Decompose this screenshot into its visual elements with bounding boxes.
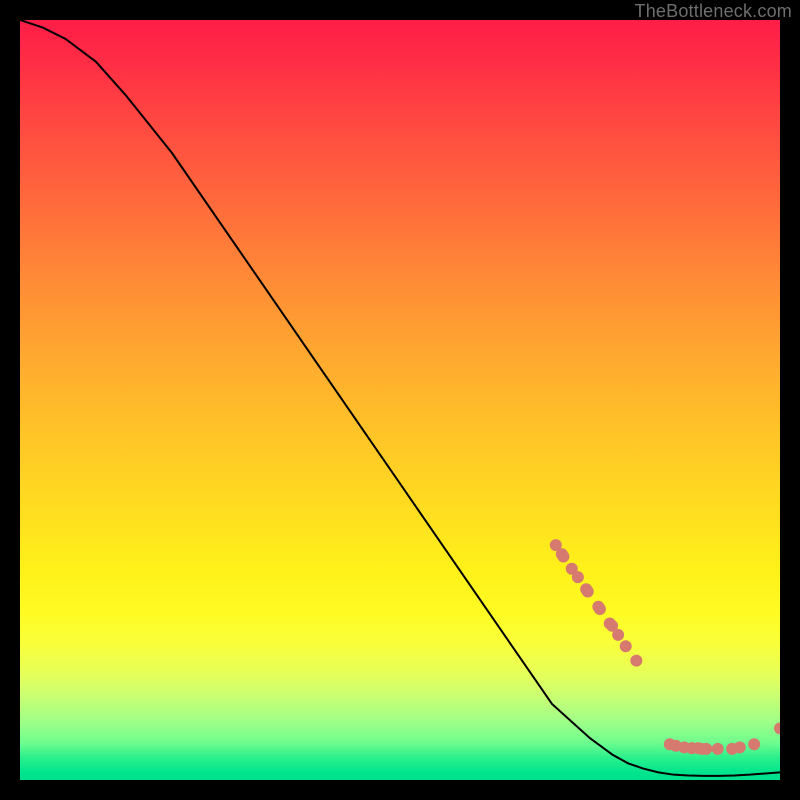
chart-marker [678, 741, 690, 753]
chart-marker [686, 742, 698, 754]
chart-marker [734, 741, 746, 753]
chart-marker [557, 551, 569, 563]
chart-marker [670, 740, 682, 752]
chart-plot-area [20, 20, 780, 780]
chart-marker [748, 738, 760, 750]
chart-marker [696, 743, 708, 755]
chart-marker [592, 601, 604, 613]
watermark-text: TheBottleneck.com [635, 1, 792, 22]
chart-marker [620, 640, 632, 652]
chart-marker [664, 738, 676, 750]
chart-svg-overlay [20, 20, 780, 780]
chart-marker [582, 586, 594, 598]
chart-marker [700, 743, 712, 755]
chart-marker [774, 722, 780, 734]
chart-marker [550, 539, 562, 551]
chart-stage: TheBottleneck.com [0, 0, 800, 800]
chart-markers-group [550, 539, 780, 755]
chart-marker [692, 742, 704, 754]
chart-marker [556, 548, 568, 560]
chart-marker [572, 571, 584, 583]
chart-marker [712, 743, 724, 755]
chart-marker [726, 743, 738, 755]
chart-line-curve [20, 20, 780, 776]
chart-marker [630, 655, 642, 667]
chart-marker [612, 629, 624, 641]
chart-marker [604, 617, 616, 629]
chart-marker [580, 583, 592, 595]
chart-marker [606, 620, 618, 632]
chart-marker [566, 563, 578, 575]
chart-marker [594, 603, 606, 615]
